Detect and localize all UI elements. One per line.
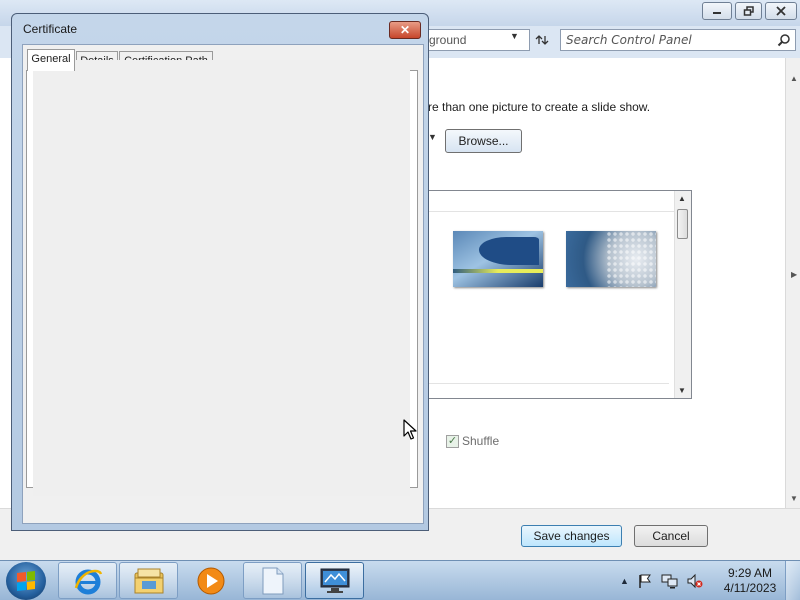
scroll-down-icon[interactable]: ▼: [678, 386, 686, 395]
restore-icon: [743, 6, 754, 16]
minimize-button[interactable]: [702, 2, 732, 20]
media-player-icon: [197, 567, 224, 594]
checkbox-checked-icon[interactable]: ✓: [446, 434, 459, 448]
picture-location-dropdown-icon[interactable]: ▼: [428, 132, 437, 152]
taskbar-item-media-player[interactable]: [181, 562, 240, 599]
browse-button[interactable]: Browse...: [445, 129, 522, 153]
close-icon: ✕: [399, 23, 411, 37]
close-icon: [776, 6, 786, 16]
refresh-button[interactable]: [530, 29, 552, 51]
thumbnail-shape: [479, 237, 539, 265]
unrendered-region: [33, 60, 410, 496]
start-button[interactable]: [6, 562, 46, 600]
wallpaper-thumbnail[interactable]: [453, 231, 543, 287]
refresh-icon: [535, 35, 549, 45]
shuffle-label: Shuffle: [462, 434, 500, 448]
search-icon[interactable]: [777, 33, 791, 47]
page-scrollbar[interactable]: ▲ ▶ ▼: [785, 58, 800, 508]
scroll-thumb[interactable]: [677, 209, 688, 239]
scroll-up-icon[interactable]: ▲: [790, 74, 798, 83]
clock-date: 4/11/2023: [723, 581, 777, 595]
tab-general[interactable]: General: [27, 49, 75, 71]
picture-list[interactable]: ▲ ▼: [428, 190, 692, 399]
windows-logo-icon: [17, 571, 35, 591]
save-changes-button[interactable]: Save changes: [521, 525, 622, 547]
control-panel-icon: [320, 568, 349, 593]
restore-button[interactable]: [735, 2, 762, 20]
search-placeholder: Search Control Panel: [566, 33, 692, 47]
show-desktop-button[interactable]: [785, 561, 800, 600]
certificate-dialog: Certificate ✕ General Details Certificat…: [11, 13, 429, 531]
taskbar: ▲ 9:29 AM 4/11/2023: [0, 560, 800, 600]
wallpaper-thumbnail[interactable]: [566, 231, 656, 287]
address-text: ground: [429, 33, 467, 47]
windows-explorer-icon: [134, 568, 163, 593]
shuffle-checkbox[interactable]: ✓ Shuffle: [446, 434, 499, 448]
dialog-close-button[interactable]: ✕: [389, 21, 421, 39]
internet-explorer-icon: [74, 569, 102, 594]
thumbnail-band: [453, 269, 543, 273]
group-divider: [429, 211, 675, 212]
document-icon: [262, 567, 283, 594]
taskbar-item-internet-explorer[interactable]: [58, 562, 117, 599]
show-hidden-icons-icon[interactable]: ▲: [620, 576, 629, 586]
taskbar-item-control-panel[interactable]: [305, 562, 364, 599]
volume-muted-icon[interactable]: [687, 573, 703, 589]
group-divider: [429, 383, 669, 384]
scroll-down-icon[interactable]: ▼: [790, 494, 798, 503]
thumbnail-pattern: [606, 231, 656, 287]
taskbar-item-windows-explorer[interactable]: [119, 562, 178, 599]
scroll-right-icon[interactable]: ▶: [791, 270, 797, 279]
picture-list-scrollbar[interactable]: ▲ ▼: [674, 191, 691, 398]
slideshow-description: re than one picture to create a slide sh…: [428, 100, 651, 114]
dialog-title: Certificate: [23, 22, 78, 36]
mouse-cursor-icon: [403, 419, 417, 440]
taskbar-item-document[interactable]: [243, 562, 302, 599]
search-input[interactable]: Search Control Panel: [560, 29, 796, 51]
cancel-button[interactable]: Cancel: [634, 525, 708, 547]
window-close-button[interactable]: [765, 2, 797, 20]
scroll-up-icon[interactable]: ▲: [678, 194, 686, 203]
clock-time: 9:29 AM: [727, 566, 773, 580]
action-center-flag-icon[interactable]: [637, 573, 653, 589]
network-icon[interactable]: [661, 573, 679, 589]
notification-area: ▲: [618, 571, 718, 591]
system-clock[interactable]: 9:29 AM 4/11/2023: [718, 566, 782, 596]
minimize-icon: [713, 12, 721, 14]
address-dropdown-icon[interactable]: ▼: [510, 31, 519, 41]
